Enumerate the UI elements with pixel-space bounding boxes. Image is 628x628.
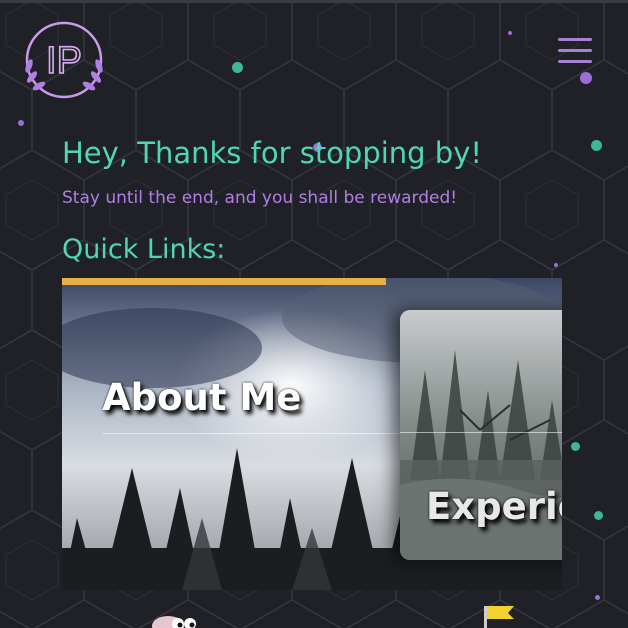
card-divider xyxy=(400,432,562,433)
about-me-label: About Me xyxy=(102,376,302,419)
quick-links-carousel: About Me Experie xyxy=(62,278,562,590)
experience-label: Experie xyxy=(426,485,562,528)
site-logo[interactable]: IP xyxy=(18,14,110,106)
hamburger-menu-icon xyxy=(558,38,592,41)
card-divider xyxy=(102,433,402,434)
greeting-subtitle: Stay until the end, and you shall be rew… xyxy=(62,188,458,208)
decor-dot xyxy=(591,140,602,151)
laurel-wreath-monogram-icon: IP xyxy=(25,21,103,99)
logo-monogram: IP xyxy=(46,40,82,82)
decor-dot xyxy=(580,72,592,84)
experience-card[interactable]: Experie xyxy=(400,310,562,560)
decor-dot xyxy=(571,442,580,451)
decor-dot xyxy=(595,595,600,600)
yellow-flag-icon xyxy=(484,606,514,628)
cartoon-eyes-icon xyxy=(152,616,196,628)
top-border xyxy=(0,0,628,3)
greeting-heading: Hey, Thanks for stopping by! xyxy=(62,136,483,170)
decor-dot xyxy=(508,31,512,35)
hamburger-menu-button[interactable] xyxy=(558,38,592,66)
decor-dot xyxy=(232,62,243,73)
decor-dot xyxy=(594,511,603,520)
quick-links-heading: Quick Links: xyxy=(62,234,226,265)
section-accent-bar xyxy=(62,278,386,285)
decor-dot xyxy=(554,263,558,267)
decor-dot xyxy=(18,120,24,126)
